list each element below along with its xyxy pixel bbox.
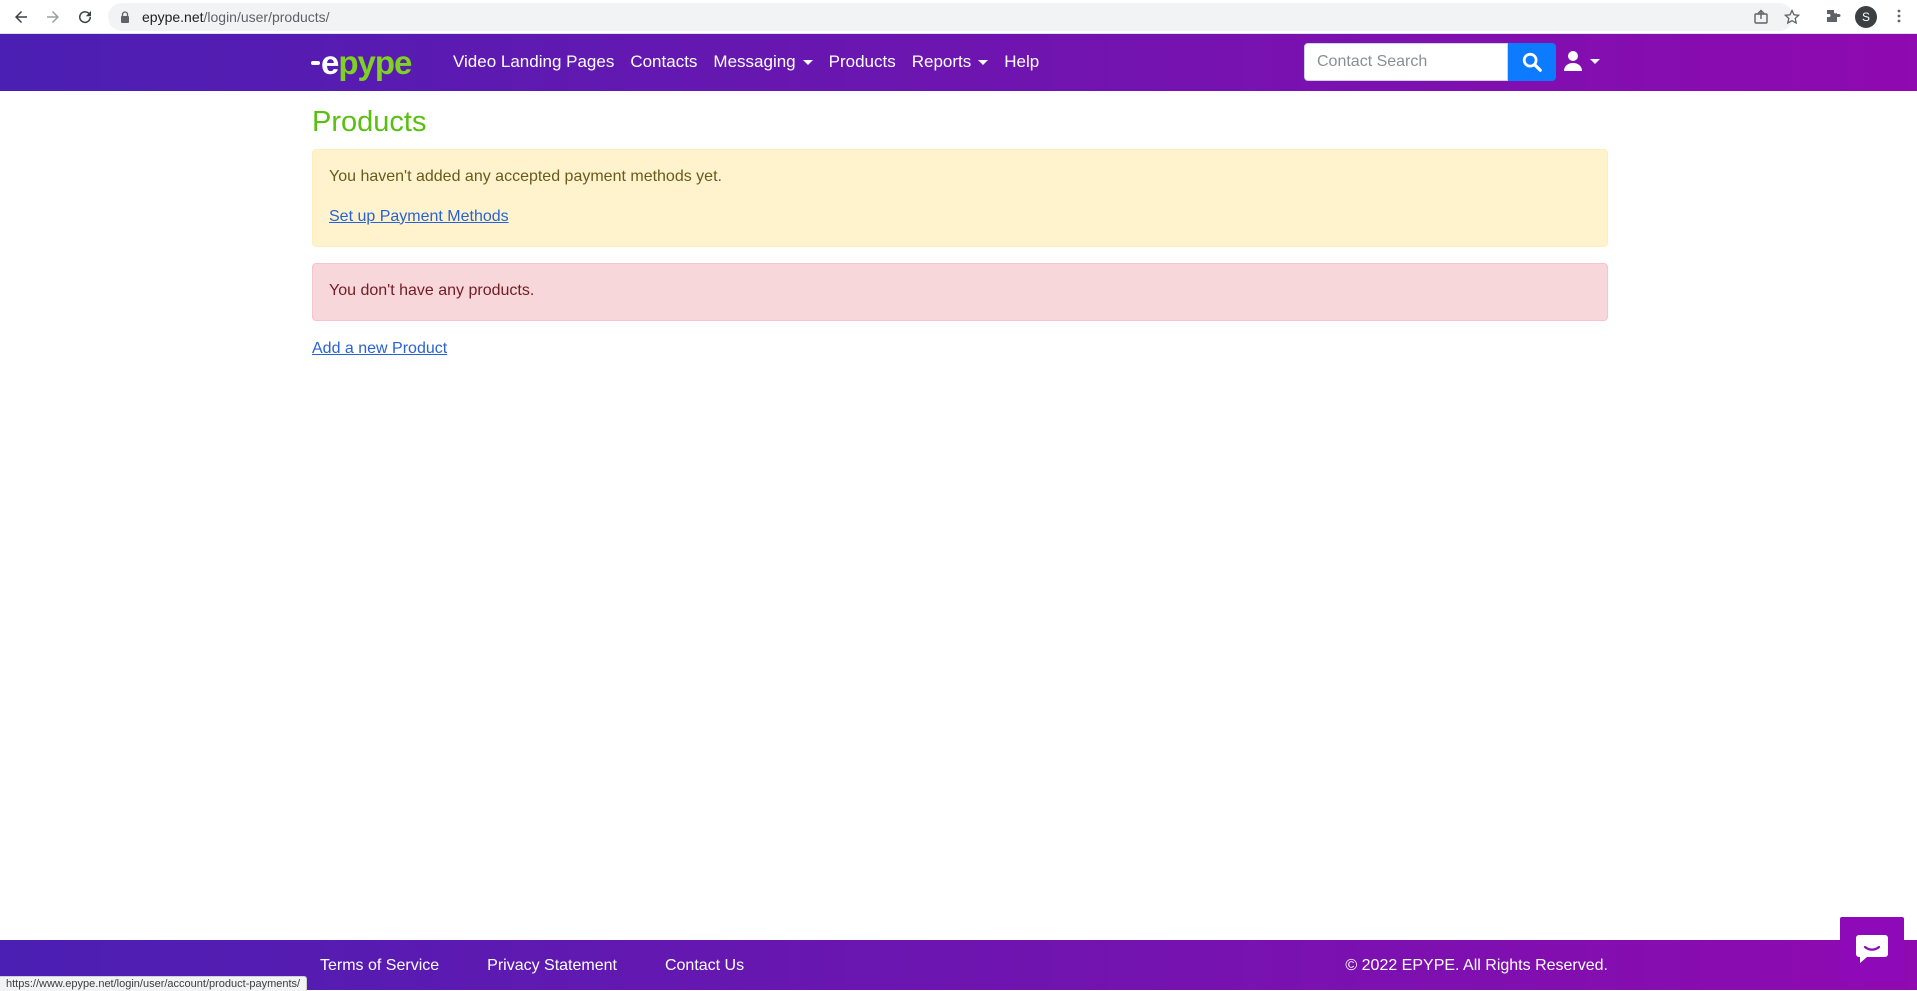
contact-search: [1304, 43, 1556, 81]
payment-methods-warning: You haven't added any accepted payment m…: [312, 148, 1608, 247]
profile-avatar[interactable]: S: [1855, 6, 1877, 28]
nav-messaging-label: Messaging: [713, 52, 796, 71]
page-title: Products: [312, 106, 427, 138]
nav-reports-label: Reports: [911, 52, 972, 71]
extensions-icon[interactable]: [1825, 8, 1843, 26]
nav-help[interactable]: Help: [1004, 52, 1039, 72]
lock-icon: [121, 11, 129, 23]
logo-text-e: e: [321, 43, 339, 81]
search-button[interactable]: [1508, 43, 1556, 81]
footer-terms-link[interactable]: Terms of Service: [320, 957, 439, 975]
warning-message: You haven't added any accepted payment m…: [329, 167, 722, 185]
caret-down-icon: [802, 59, 813, 65]
nav-video-landing-pages[interactable]: Video Landing Pages: [453, 52, 614, 72]
main-content: Products You haven't added any accepted …: [312, 91, 1608, 358]
add-new-product-link[interactable]: Add a new Product: [312, 340, 447, 358]
user-icon: [1564, 51, 1582, 71]
site-navbar: e pype Video Landing Pages Contacts Messa…: [0, 34, 1917, 91]
chat-bubble-icon: [1856, 935, 1888, 963]
url-host: epype.net: [142, 9, 204, 25]
epype-logo[interactable]: e pype: [311, 43, 412, 81]
forward-icon[interactable]: [41, 5, 65, 29]
bookmark-star-icon[interactable]: [1783, 8, 1802, 27]
address-bar[interactable]: epype.net/login/user/products/: [108, 3, 1801, 31]
no-products-message: You don't have any products.: [329, 281, 535, 299]
nav-reports-dropdown[interactable]: Reports: [912, 52, 989, 72]
logo-text-pype: pype: [338, 43, 412, 81]
url-text: epype.net/login/user/products/: [142, 9, 330, 25]
share-icon[interactable]: [1753, 9, 1771, 27]
search-icon: [1522, 52, 1542, 72]
caret-down-icon: [978, 59, 989, 65]
nav-messaging-dropdown[interactable]: Messaging: [713, 52, 813, 72]
caret-down-icon: [1590, 58, 1600, 64]
nav-products[interactable]: Products: [829, 52, 896, 72]
chat-widget-button[interactable]: [1840, 917, 1904, 981]
setup-payment-methods-link[interactable]: Set up Payment Methods: [329, 208, 509, 226]
status-bar-url: https://www.epype.net/login/user/account…: [0, 976, 308, 991]
reload-icon[interactable]: [73, 5, 97, 29]
browser-toolbar: epype.net/login/user/products/ S: [0, 0, 1917, 34]
url-path: /login/user/products/: [203, 9, 330, 25]
user-menu-dropdown[interactable]: [1563, 50, 1600, 72]
nav-contacts[interactable]: Contacts: [630, 52, 697, 72]
footer-contact-link[interactable]: Contact Us: [665, 957, 744, 975]
footer-privacy-link[interactable]: Privacy Statement: [487, 957, 617, 975]
contact-search-input[interactable]: [1304, 43, 1508, 81]
copyright-text: © 2022 EPYPE. All Rights Reserved.: [1345, 957, 1608, 974]
no-products-alert: You don't have any products.: [312, 262, 1608, 321]
browser-menu-icon[interactable]: [1891, 8, 1909, 26]
logo-dash: [311, 61, 320, 65]
back-icon[interactable]: [9, 5, 33, 29]
nav-links: Video Landing Pages Contacts Messaging P…: [453, 52, 1055, 72]
footer-links: Terms of Service Privacy Statement Conta…: [320, 957, 792, 975]
